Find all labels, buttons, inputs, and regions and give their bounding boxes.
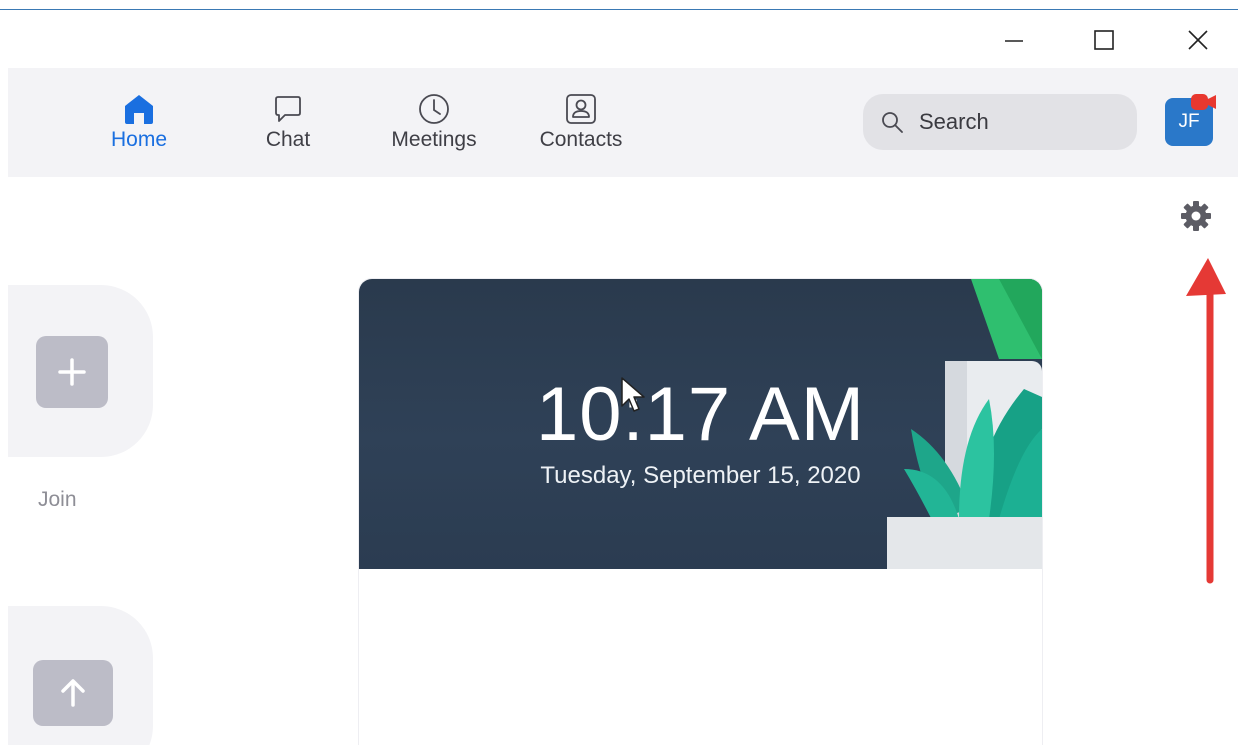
minimize-icon xyxy=(1005,40,1023,42)
minimize-button[interactable] xyxy=(992,20,1036,60)
join-label: Join xyxy=(38,488,77,511)
video-badge-icon xyxy=(1191,94,1216,110)
tab-meetings-label: Meetings xyxy=(391,128,477,151)
clock-banner: 10:17 AM Tuesday, September 15, 2020 xyxy=(359,279,1042,569)
plus-icon xyxy=(58,358,86,386)
tab-contacts[interactable]: Contacts xyxy=(534,92,628,158)
join-tile xyxy=(8,285,153,457)
tab-contacts-label: Contacts xyxy=(539,128,623,151)
tab-chat-label: Chat xyxy=(265,128,311,151)
gear-icon[interactable] xyxy=(1180,200,1212,232)
top-nav-bar: Home Chat Meetings Contacts Search JF xyxy=(8,68,1238,177)
maximize-icon xyxy=(1094,30,1114,50)
maximize-button[interactable] xyxy=(1082,20,1126,60)
search-icon xyxy=(879,109,905,135)
close-button[interactable] xyxy=(1176,20,1220,60)
clock-date: Tuesday, September 15, 2020 xyxy=(540,462,861,489)
avatar-initials: JF xyxy=(1178,111,1200,132)
share-screen-button[interactable] xyxy=(33,660,113,726)
close-icon xyxy=(1188,30,1208,50)
red-annotation-arrow-icon xyxy=(1186,258,1226,584)
share-screen-tile xyxy=(8,606,153,745)
clock-card: 10:17 AM Tuesday, September 15, 2020 xyxy=(358,278,1043,745)
arrow-up-icon xyxy=(61,679,85,707)
tab-meetings[interactable]: Meetings xyxy=(384,92,484,158)
search-input[interactable]: Search xyxy=(863,94,1137,150)
search-placeholder: Search xyxy=(919,109,989,134)
join-button[interactable] xyxy=(36,336,108,408)
tab-home-label: Home xyxy=(110,128,168,151)
zoom-window: Home Chat Meetings Contacts Search JF Jo… xyxy=(0,0,1238,745)
tab-home[interactable]: Home xyxy=(108,92,170,158)
title-bar xyxy=(0,10,1238,68)
chat-bubble-icon xyxy=(272,92,304,126)
home-icon xyxy=(122,92,156,126)
clock-icon xyxy=(417,92,451,126)
contact-card-icon xyxy=(564,92,598,126)
tab-chat[interactable]: Chat xyxy=(260,92,316,158)
clock-time: 10:17 AM xyxy=(535,372,866,457)
